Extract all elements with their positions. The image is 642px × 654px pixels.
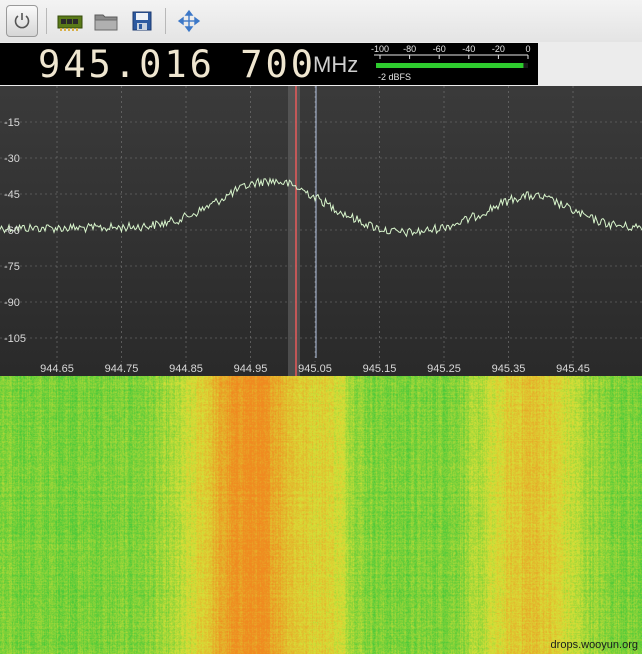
input-device-icon <box>57 15 83 31</box>
power-button[interactable] <box>6 5 38 37</box>
folder-open-icon <box>94 14 118 31</box>
y-tick-label: -75 <box>4 261 20 273</box>
power-icon <box>14 13 30 29</box>
x-tick-label: 945.05 <box>298 363 332 375</box>
filter-passband <box>288 86 300 376</box>
y-tick-label: -45 <box>4 189 20 201</box>
x-tick-label: 945.15 <box>363 363 397 375</box>
meter-scale-label: 0 <box>525 44 530 54</box>
save-icon <box>132 11 152 31</box>
input-device-button[interactable] <box>54 5 86 37</box>
frequency-bar: 945.016 700 MHz -100 -80 -60 -40 -20 0 -2 dBF… <box>0 42 642 86</box>
meter-scale-label: -60 <box>433 44 446 54</box>
y-tick-label: -105 <box>4 333 26 345</box>
frequency-display[interactable]: 945.016 700 MHz <box>0 43 366 85</box>
x-tick-label: 944.75 <box>105 363 139 375</box>
fullscreen-button[interactable] <box>173 5 205 37</box>
watermark: drops.wooyun.org <box>550 639 638 651</box>
y-tick-label: -15 <box>4 117 20 129</box>
meter-scale-label: -80 <box>403 44 416 54</box>
toolbar-separator <box>46 8 47 34</box>
toolbar-separator <box>165 8 166 34</box>
plot-background <box>0 86 642 376</box>
y-tick-label: -60 <box>4 225 20 237</box>
x-tick-label: 944.95 <box>234 363 268 375</box>
meter-readout: -2 dBFS <box>378 72 412 82</box>
meter-scale-label: -100 <box>371 44 389 54</box>
x-axis-labels: 944.65 944.75 944.85 944.95 945.05 945.15 945.… <box>40 363 590 375</box>
meter-scale: -100 -80 -60 -40 -20 0 <box>371 44 531 59</box>
x-tick-label: 944.65 <box>40 363 74 375</box>
x-tick-label: 945.25 <box>427 363 461 375</box>
signal-meter: -100 -80 -60 -40 -20 0 -2 dBFS <box>366 43 538 85</box>
open-button[interactable] <box>90 5 122 37</box>
y-tick-label: -30 <box>4 153 20 165</box>
meter-scale-label: -40 <box>462 44 475 54</box>
meter-scale-label: -20 <box>492 44 505 54</box>
meter-level-bar <box>376 63 524 68</box>
frequency-digits[interactable]: 945.016 700 <box>38 45 316 85</box>
x-tick-label: 945.35 <box>492 363 526 375</box>
x-tick-label: 945.45 <box>556 363 590 375</box>
y-tick-label: -90 <box>4 297 20 309</box>
x-tick-label: 944.85 <box>169 363 203 375</box>
save-button[interactable] <box>126 5 158 37</box>
waterfall-display[interactable] <box>0 376 642 654</box>
move-icon <box>177 9 201 33</box>
toolbar <box>0 0 642 42</box>
fft-spectrum-plot[interactable]: -15 -30 -45 -60 -75 -90 -105 944.65 944.75 944.8… <box>0 86 642 376</box>
frequency-unit: MHz <box>313 52 359 77</box>
